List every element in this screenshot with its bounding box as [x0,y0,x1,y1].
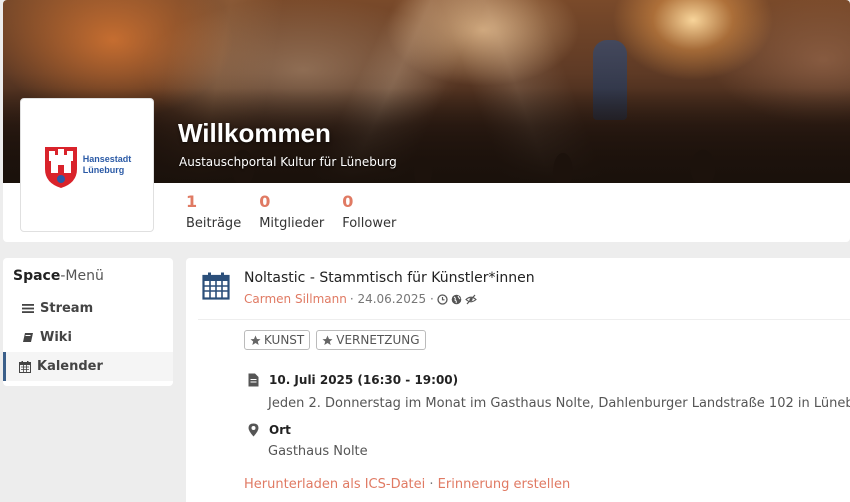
event-location-value: Gasthaus Nolte [268,444,368,459]
stream-entry: Noltastic - Stammtisch für Künstler*inne… [186,258,850,502]
stat-members-value: 0 [259,192,271,211]
eye-slash-icon [464,294,477,304]
space-menu-title-bold: Space [13,268,61,284]
event-location-label: Ort [269,423,291,437]
space-menu-nav: Stream Wiki Kalender [3,294,173,381]
tag-label: VERNETZUNG [336,333,420,347]
entry-title[interactable]: Noltastic - Stammtisch für Künstler*inne… [244,270,535,286]
entry-date[interactable]: · 24.06.2025 · [350,292,434,306]
entry-meta: Carmen Sillmann · 24.06.2025 · [244,292,477,306]
sidebar-item-label: Stream [40,301,94,316]
stat-followers[interactable]: 0 Follower [342,193,396,233]
entry-tags: KUNST VERNETZUNG [244,330,426,350]
entry-divider [198,319,850,320]
coat-of-arms-icon [44,147,77,188]
space-header: Hansestadt Lüneburg Willkommen Austausch… [3,0,850,242]
tag-label: KUNST [264,333,305,347]
space-logo[interactable]: Hansestadt Lüneburg [20,98,154,232]
stat-followers-value: 0 [342,192,354,211]
calendar-icon [19,360,37,373]
logo-line-2: Lüneburg [82,165,125,175]
tag-kunst[interactable]: KUNST [244,330,311,350]
stat-followers-label: Follower [342,216,397,231]
space-title: Willkommen [178,118,331,148]
entry-author[interactable]: Carmen Sillmann [244,292,347,306]
logo-content: Hansestadt Lüneburg [43,141,132,189]
tag-vernetzung[interactable]: VERNETZUNG [316,330,426,350]
space-menu: Space-Menü Stream Wiki Kalender [3,258,173,386]
sidebar-item-label: Wiki [40,330,72,345]
link-separator: · [425,477,438,492]
stat-posts-value: 1 [186,192,198,211]
space-stats: 1 Beiträge 0 Mitglieder 0 Follower [186,193,396,233]
sidebar-item-label: Kalender [37,359,103,374]
map-marker-icon [248,423,259,437]
sidebar-item-stream[interactable]: Stream [3,294,173,323]
stat-posts[interactable]: 1 Beiträge [186,193,241,233]
star-icon [322,335,333,345]
stat-posts-label: Beiträge [186,216,242,231]
download-ics-link[interactable]: Herunterladen als ICS-Datei [244,477,425,492]
event-description: Jeden 2. Donnerstag im Monat im Gasthaus… [268,396,850,411]
clock-icon [437,293,448,305]
stat-members-label: Mitglieder [259,216,325,231]
sidebar-item-kalender[interactable]: Kalender [3,352,173,381]
event-location-row: Ort [248,423,291,437]
file-icon [248,373,259,387]
space-subtitle: Austauschportal Kultur für Lüneburg [179,155,397,169]
star-icon [250,335,261,345]
event-time-row: 10. Juli 2025 (16:30 - 19:00) [248,373,458,387]
bars-icon [22,303,40,314]
entry-links: Herunterladen als ICS-Datei · Erinnerung… [244,477,570,492]
logo-line-1: Hansestadt [82,154,132,164]
event-time: 10. Juli 2025 (16:30 - 19:00) [269,373,459,387]
calendar-icon [202,272,230,304]
create-reminder-link[interactable]: Erinnerung erstellen [438,477,571,492]
space-menu-title-rest: -Menü [60,268,104,284]
globe-icon [451,294,462,304]
stat-members[interactable]: 0 Mitglieder [259,193,324,233]
sidebar-item-wiki[interactable]: Wiki [3,323,173,352]
logo-text: Hansestadt Lüneburg [83,154,132,176]
book-icon [22,332,40,343]
space-menu-title: Space-Menü [3,258,173,284]
